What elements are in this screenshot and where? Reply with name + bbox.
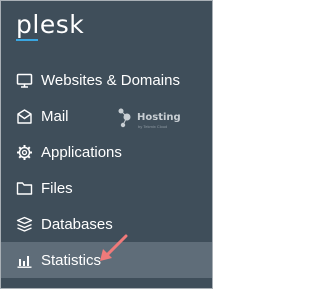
- database-icon: [16, 216, 33, 233]
- gear-icon: [16, 144, 33, 161]
- sidebar-item-label: Mail: [41, 107, 69, 125]
- sidebar-item-mail[interactable]: Mail: [1, 98, 212, 134]
- sidebar-item-label: Files: [41, 179, 73, 197]
- sidebar-item-label: Websites & Domains: [41, 71, 180, 89]
- envelope-icon: [16, 108, 33, 125]
- sidebar-item-files[interactable]: Files: [1, 170, 212, 206]
- sidebar-item-label: Applications: [41, 143, 122, 161]
- sidebar-item-websites-domains[interactable]: Websites & Domains: [1, 62, 212, 98]
- logo-accent-bar: [16, 39, 38, 41]
- sidebar-item-label: Statistics: [41, 251, 102, 269]
- annotation-arrow-icon: [100, 234, 128, 261]
- sidebar-item-applications[interactable]: Applications: [1, 134, 212, 170]
- plesk-logo: plesk: [16, 10, 85, 39]
- bar-chart-icon: [16, 252, 33, 269]
- folder-icon: [16, 180, 33, 197]
- sidebar-item-label: Databases: [41, 215, 113, 233]
- sidebar-panel: plesk Hosting by Tekmix Cloud Websites &…: [0, 0, 213, 289]
- monitor-icon: [16, 72, 33, 89]
